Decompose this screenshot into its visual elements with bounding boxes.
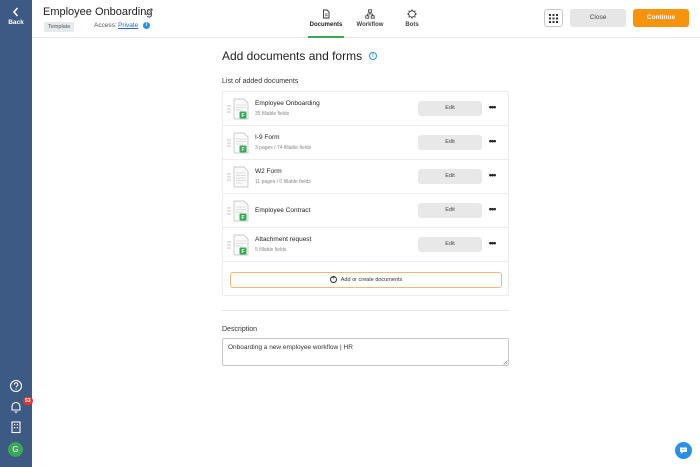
help-icon[interactable] — [9, 379, 23, 393]
tab-documents-label: Documents — [309, 22, 343, 28]
chat-bubble-icon — [680, 447, 687, 454]
drag-handle-icon[interactable] — [227, 173, 231, 181]
chevron-left-icon — [12, 7, 19, 17]
svg-text:F: F — [241, 113, 244, 119]
section-divider — [222, 310, 509, 311]
fillable-document-icon: F — [233, 200, 249, 222]
documents-list-heading: List of added documents — [222, 78, 299, 85]
document-name: Employee Onboarding — [255, 100, 320, 107]
info-icon[interactable]: i — [369, 52, 377, 60]
fillable-document-icon: F — [233, 132, 249, 154]
tab-documents[interactable]: Documents — [308, 0, 344, 38]
plus-circle-icon: + — [329, 276, 337, 284]
close-button[interactable]: Close — [570, 9, 626, 27]
tab-workflow-label: Workflow — [356, 22, 384, 28]
list-item: F Attachment request 5 fillable fields E… — [223, 228, 508, 262]
access-privacy-link[interactable]: Private — [118, 22, 138, 29]
svg-text:F: F — [241, 215, 244, 221]
drag-handle-icon[interactable] — [227, 105, 231, 113]
user-avatar[interactable]: G — [8, 442, 23, 457]
drag-handle-icon[interactable] — [227, 241, 231, 249]
document-name: Attachment request — [255, 236, 312, 243]
document-meta: 11 pages / 0 fillable fields — [255, 179, 311, 185]
drag-handle-icon[interactable] — [227, 139, 231, 147]
top-header: Employee Onboarding Template Access: Pri… — [32, 0, 700, 38]
document-name: W2 Form — [255, 168, 282, 175]
more-options-icon[interactable]: ••• — [486, 169, 498, 184]
bots-icon — [407, 9, 417, 19]
edit-document-button[interactable]: Edit — [418, 101, 482, 116]
document-meta: 5 fillable fields — [255, 247, 287, 253]
pencil-icon[interactable] — [145, 7, 154, 16]
page-title: Employee Onboarding — [43, 6, 153, 18]
info-icon[interactable]: i — [143, 22, 150, 29]
template-badge: Template — [44, 22, 75, 32]
list-item: F Employee Onboarding 35 fillable fields… — [223, 92, 508, 126]
document-file-icon — [233, 166, 249, 188]
documents-list: F Employee Onboarding 35 fillable fields… — [222, 91, 509, 296]
edit-document-button[interactable]: Edit — [418, 237, 482, 252]
more-options-icon[interactable]: ••• — [486, 237, 498, 252]
fillable-document-icon: F — [233, 234, 249, 256]
back-button[interactable]: Back — [0, 6, 32, 32]
add-docs-label: Add or create documents — [340, 277, 403, 283]
edit-document-button[interactable]: Edit — [418, 135, 482, 150]
svg-text:F: F — [241, 147, 244, 153]
more-options-icon[interactable]: ••• — [486, 101, 498, 116]
building-icon[interactable] — [9, 420, 23, 434]
back-label: Back — [8, 19, 24, 26]
svg-text:F: F — [241, 249, 244, 255]
continue-button[interactable]: Continue — [633, 9, 689, 27]
list-item: F I-9 Form 3 pages / 74 fillable fields … — [223, 126, 508, 160]
document-meta: 35 fillable fields — [255, 111, 290, 117]
left-sidebar: Back 53 G — [0, 0, 33, 467]
fillable-document-icon: F — [233, 98, 249, 120]
tab-bots[interactable]: Bots — [400, 0, 424, 38]
tab-bots-label: Bots — [405, 22, 419, 28]
list-item: W2 Form 11 pages / 0 fillable fields Edi… — [223, 160, 508, 194]
document-meta: 3 pages / 74 fillable fields — [255, 145, 312, 151]
drag-handle-icon[interactable] — [227, 207, 231, 215]
description-field[interactable] — [222, 338, 509, 366]
workflow-icon — [365, 9, 375, 19]
chat-support-button[interactable] — [675, 442, 692, 459]
more-options-icon[interactable]: ••• — [486, 203, 498, 218]
description-label: Description — [222, 326, 258, 333]
tab-workflow[interactable]: Workflow — [354, 0, 386, 38]
grid-icon — [549, 14, 558, 23]
section-title: Add documents and forms — [222, 49, 363, 63]
document-name: I-9 Form — [255, 134, 280, 141]
add-or-create-documents-button[interactable]: + Add or create documents — [230, 272, 502, 288]
document-name: Employee Contract — [255, 207, 311, 214]
edit-document-button[interactable]: Edit — [418, 169, 482, 184]
edit-document-button[interactable]: Edit — [418, 203, 482, 218]
list-item: F Employee Contract Edit ••• — [223, 194, 508, 228]
document-icon — [323, 9, 330, 19]
access-label: Access: — [94, 22, 117, 29]
resize-handle-icon[interactable] — [503, 360, 508, 365]
notifications-bell-icon[interactable]: 53 — [9, 397, 33, 414]
apps-grid-button[interactable] — [544, 9, 563, 27]
more-options-icon[interactable]: ••• — [486, 135, 498, 150]
notification-count-badge: 53 — [23, 397, 33, 405]
